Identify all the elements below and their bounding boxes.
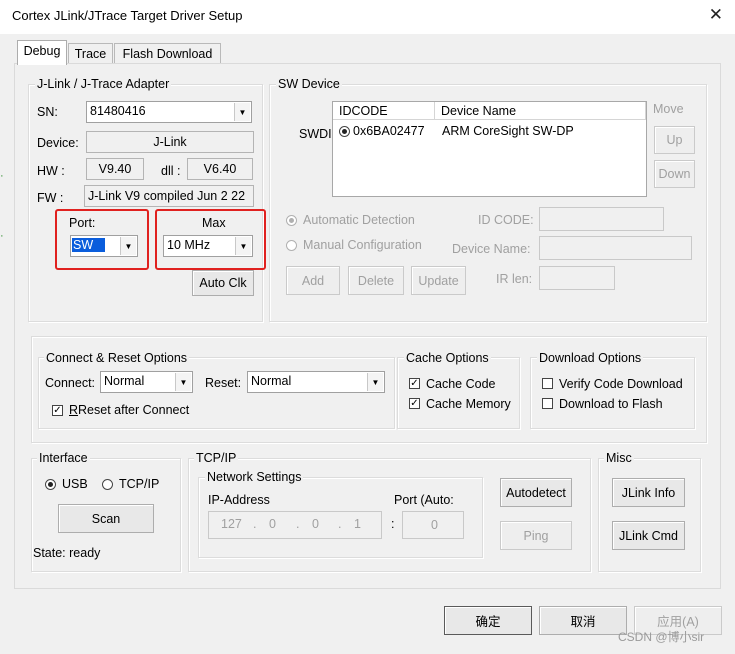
update-button[interactable]: Update: [411, 266, 466, 295]
sn-label: SN:: [37, 105, 58, 119]
fw-field: J-Link V9 compiled Jun 2 22: [84, 185, 254, 207]
highlight-max-box: [155, 209, 266, 270]
window-title-bar: Cortex JLink/JTrace Target Driver Setup …: [0, 0, 735, 34]
connect-select[interactable]: Normal ▼: [100, 371, 193, 393]
download-to-flash-checkbox[interactable]: [542, 398, 553, 409]
sw-device-group-label: SW Device: [276, 77, 342, 91]
device-label: Device:: [37, 136, 79, 150]
reset-value: Normal: [251, 374, 292, 388]
usb-radio[interactable]: [45, 479, 56, 490]
sn-select[interactable]: 81480416 ▼: [86, 101, 252, 123]
interface-group-label: Interface: [37, 451, 90, 465]
list-item[interactable]: 0x6BA02477 ARM CoreSight SW-DP: [333, 122, 646, 140]
usb-label: USB: [62, 477, 88, 491]
device-name-input[interactable]: [539, 236, 692, 260]
reset-select[interactable]: Normal ▼: [247, 371, 385, 393]
ir-len-label: IR len:: [496, 272, 533, 286]
automatic-detection-label: Automatic Detection: [303, 213, 415, 227]
network-settings-group-label: Network Settings: [205, 470, 304, 484]
ip-address-input[interactable]: 127 . 0 . 0 . 1: [208, 511, 382, 539]
close-icon[interactable]: ✕: [709, 5, 723, 25]
device-field: J-Link: [86, 131, 254, 153]
scan-button[interactable]: Scan: [58, 504, 154, 533]
delete-button[interactable]: Delete: [348, 266, 404, 295]
background-edge-mark: ·: [0, 170, 4, 182]
tcpip-radio[interactable]: [102, 479, 113, 490]
swdi-label: SWDI: [299, 127, 332, 141]
background-edge-mark: ·: [0, 230, 4, 242]
move-up-button[interactable]: Up: [654, 126, 695, 154]
tab-flash-download[interactable]: Flash Download: [114, 43, 221, 65]
manual-configuration-label: Manual Configuration: [303, 238, 422, 252]
manual-configuration-radio[interactable]: [286, 240, 297, 251]
connect-reset-group: [38, 357, 395, 429]
dll-field: V6.40: [187, 158, 253, 180]
tcp-port-input[interactable]: 0: [402, 511, 464, 539]
port-auto-label: Port (Auto:: [394, 493, 454, 507]
device-idcode: 0x6BA02477: [353, 124, 425, 138]
chevron-down-icon: ▼: [367, 373, 383, 391]
cache-memory-checkbox[interactable]: ✓: [409, 398, 420, 409]
id-code-label: ID CODE:: [478, 213, 534, 227]
tcpip-label: TCP/IP: [119, 477, 160, 491]
ping-button[interactable]: Ping: [500, 521, 572, 550]
reset-after-connect-checkbox[interactable]: ✓: [52, 405, 63, 416]
automatic-detection-radio[interactable]: [286, 215, 297, 226]
dll-label: dll :: [161, 164, 181, 178]
connect-label: Connect:: [45, 376, 96, 390]
jlink-cmd-button[interactable]: JLink Cmd: [612, 521, 685, 550]
ok-button[interactable]: 确定: [444, 606, 532, 635]
adapter-group-label: J-Link / J-Trace Adapter: [35, 77, 172, 91]
port-separator: :: [391, 517, 395, 531]
add-button[interactable]: Add: [286, 266, 340, 295]
chevron-down-icon: ▼: [175, 373, 191, 391]
verify-code-download-checkbox[interactable]: [542, 378, 553, 389]
window-title: Cortex JLink/JTrace Target Driver Setup: [12, 8, 243, 23]
selected-device-icon: [339, 126, 350, 137]
move-label: Move: [653, 102, 684, 116]
device-name-label: Device Name:: [452, 242, 531, 256]
cache-code-checkbox[interactable]: ✓: [409, 378, 420, 389]
reset-label: Reset:: [205, 376, 242, 390]
connect-reset-group-label: Connect & Reset Options: [44, 351, 190, 365]
tab-debug[interactable]: Debug: [17, 40, 67, 65]
cache-code-label: Cache Code: [426, 377, 496, 391]
highlight-port-box: [55, 209, 149, 270]
cache-memory-label: Cache Memory: [426, 397, 511, 411]
jlink-info-button[interactable]: JLink Info: [612, 478, 685, 507]
watermark: CSDN @博小sir: [618, 630, 705, 644]
auto-clk-button[interactable]: Auto Clk: [192, 270, 254, 296]
fw-label: FW :: [37, 191, 64, 205]
cache-options-group-label: Cache Options: [404, 351, 491, 365]
download-options-group: [530, 357, 695, 429]
tab-trace[interactable]: Trace: [68, 43, 113, 65]
autodetect-button[interactable]: Autodetect: [500, 478, 572, 507]
device-list[interactable]: IDCODE Device Name 0x6BA02477 ARM CoreSi…: [332, 101, 647, 197]
move-down-button[interactable]: Down: [654, 160, 695, 188]
misc-group: [598, 458, 701, 572]
column-header-idcode[interactable]: IDCODE: [333, 102, 435, 120]
interface-state: State: ready: [33, 546, 101, 560]
chevron-down-icon: ▼: [234, 103, 250, 121]
hw-label: HW :: [37, 164, 65, 178]
sn-value: 81480416: [90, 104, 146, 118]
verify-code-download-label: Verify Code Download: [559, 377, 683, 391]
column-header-device-name[interactable]: Device Name: [435, 102, 646, 120]
hw-field: V9.40: [86, 158, 144, 180]
cancel-button[interactable]: 取消: [539, 606, 627, 635]
cache-options-group: [397, 357, 520, 429]
id-code-input[interactable]: [539, 207, 664, 231]
ip-address-label: IP-Address: [208, 493, 270, 507]
device-name: ARM CoreSight SW-DP: [442, 124, 574, 138]
download-options-group-label: Download Options: [537, 351, 644, 365]
misc-group-label: Misc: [604, 451, 634, 465]
tcpip-group-label: TCP/IP: [194, 451, 239, 465]
ir-len-input[interactable]: [539, 266, 615, 290]
connect-value: Normal: [104, 374, 145, 388]
reset-after-connect-label: RReset after Connect: [69, 403, 190, 417]
download-to-flash-label: Download to Flash: [559, 397, 663, 411]
